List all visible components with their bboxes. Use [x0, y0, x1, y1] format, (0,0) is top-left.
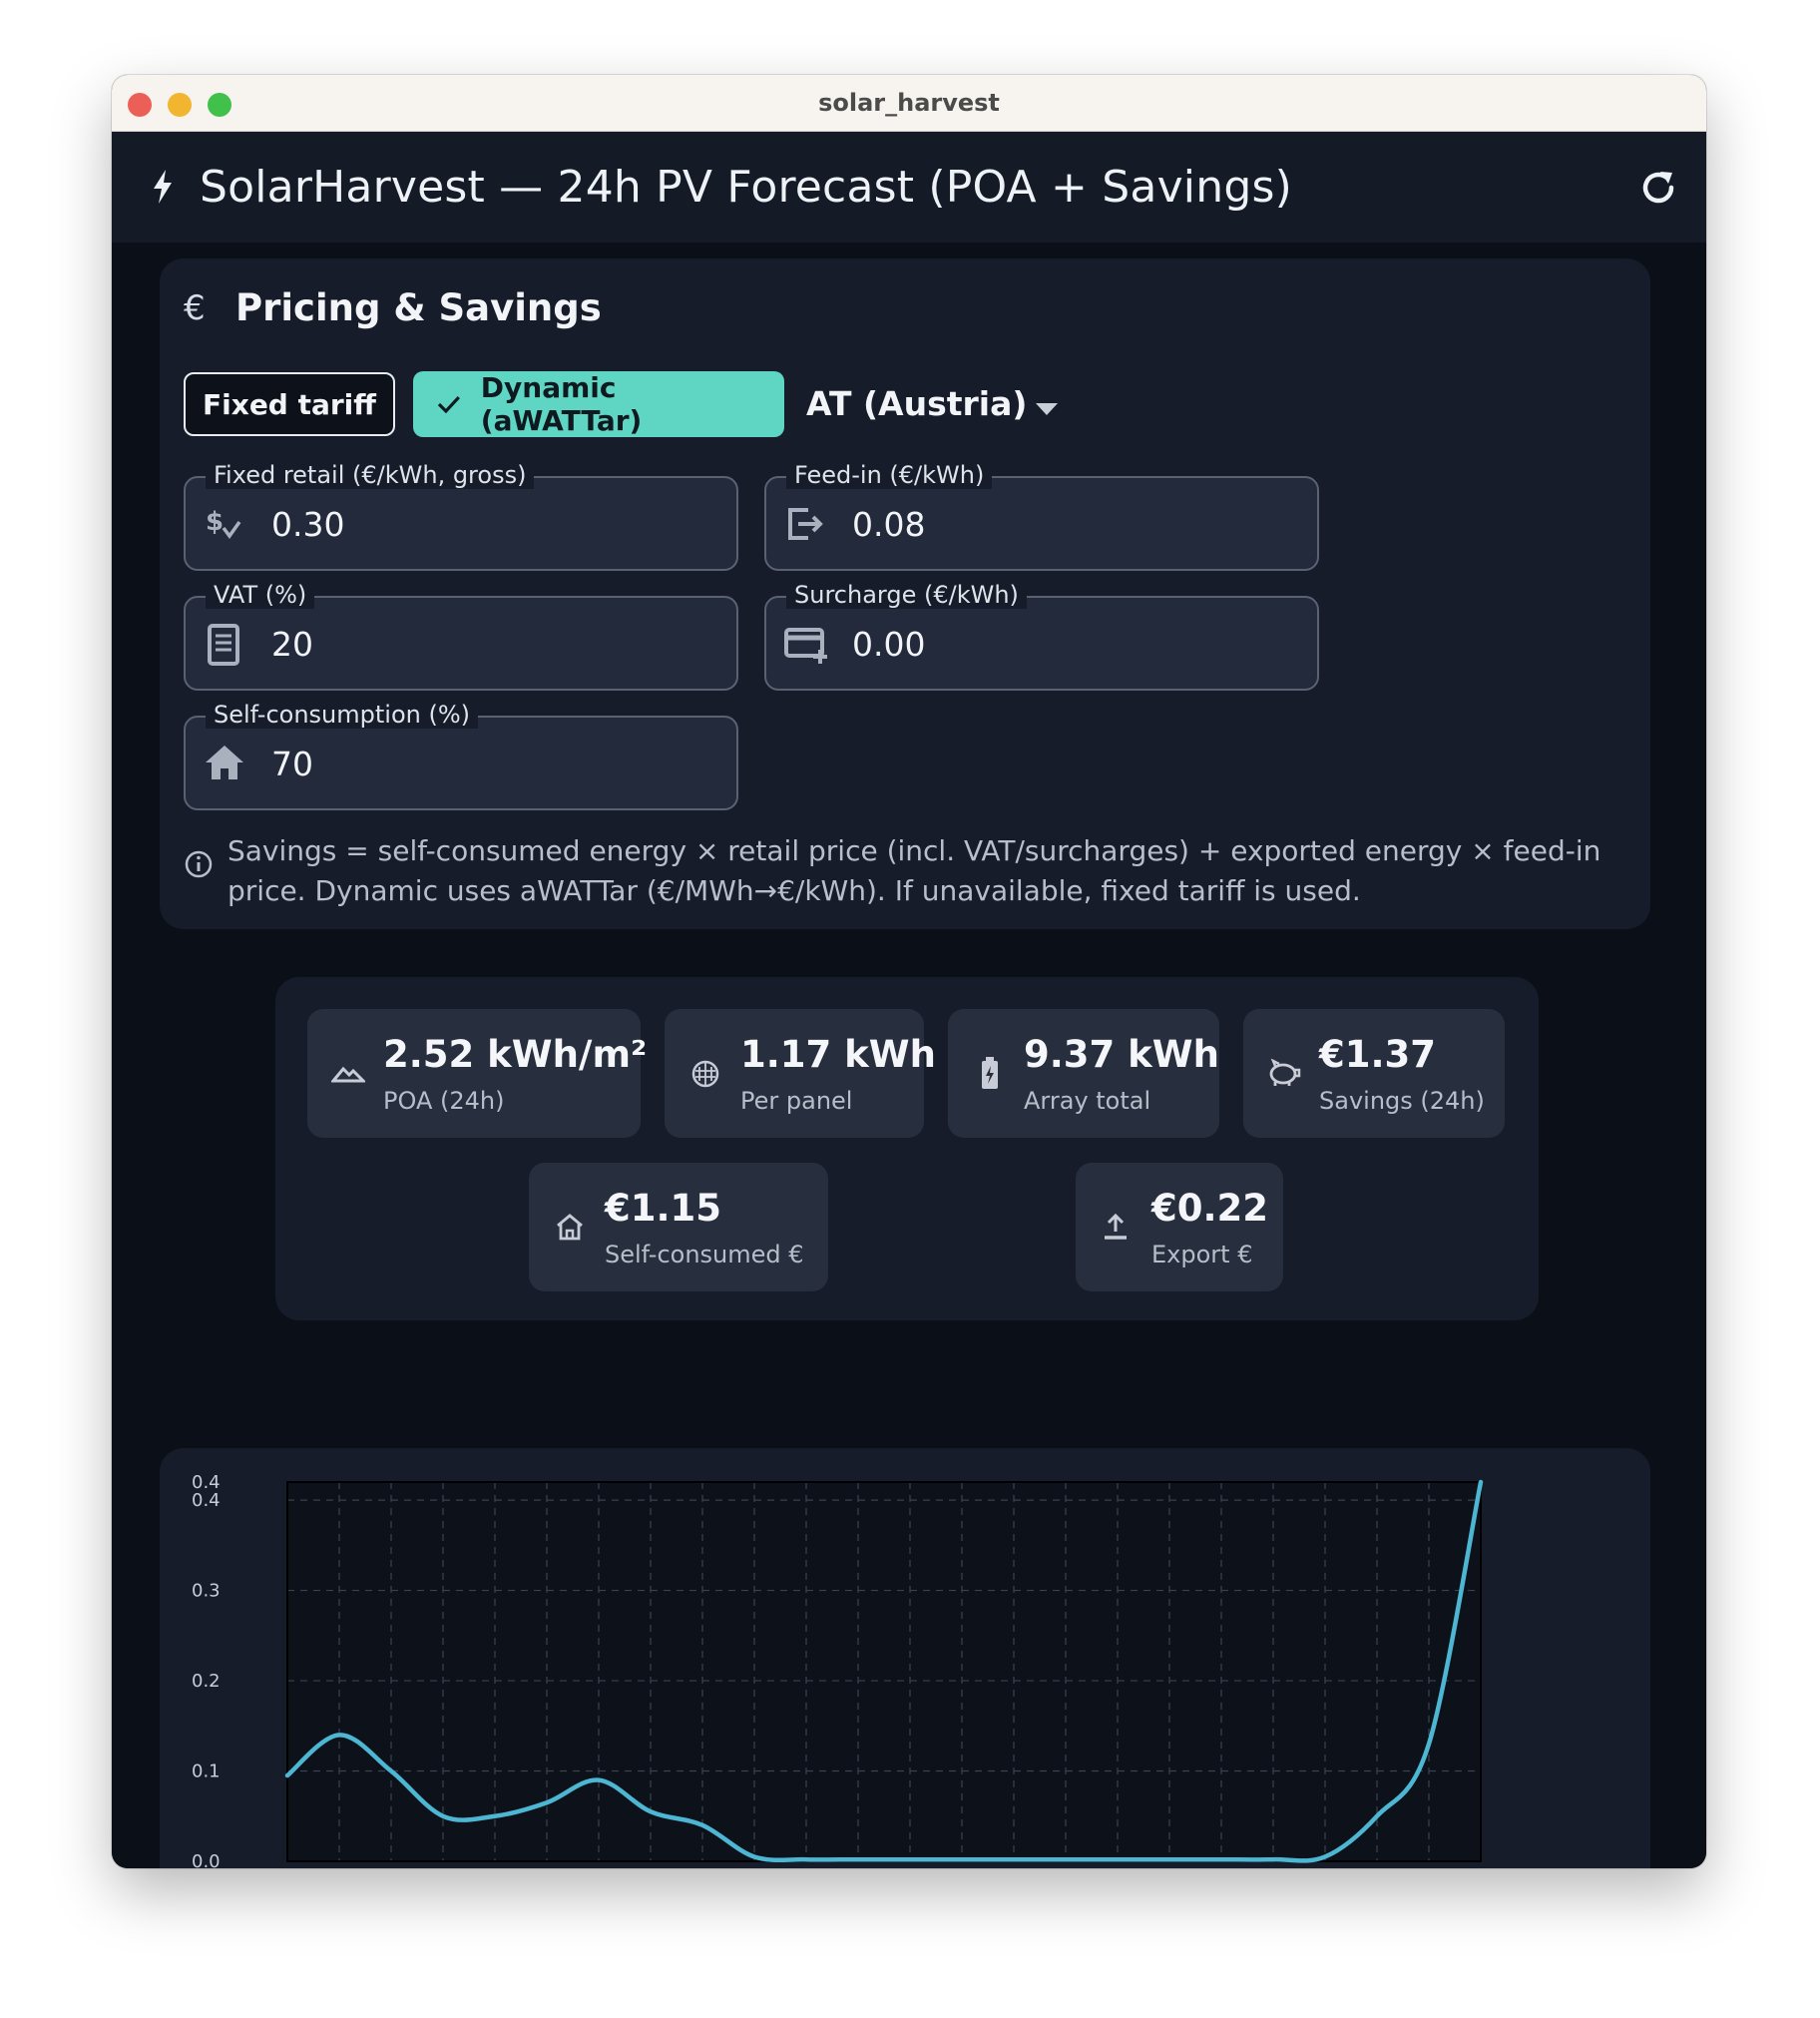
self-consumption-field[interactable]: Self-consumption (%) 70 — [184, 701, 738, 810]
fixed-retail-input[interactable]: 0.30 — [271, 505, 344, 544]
feed-in-field[interactable]: Feed-in (€/kWh) 0.08 — [764, 461, 1319, 571]
feed-in-input[interactable]: 0.08 — [852, 505, 925, 544]
y-tick-label: 0.4 — [192, 1490, 221, 1511]
surcharge-field[interactable]: Surcharge (€/kWh) 0.00 — [764, 581, 1319, 691]
stat-per-panel: 1.17 kWh Per panel — [665, 1009, 936, 1138]
svg-text:$: $ — [206, 507, 224, 537]
stat-self-consumed: €1.15 Self-consumed € — [529, 1163, 828, 1291]
solar-panel-icon — [690, 1059, 720, 1093]
surcharge-input[interactable]: 0.00 — [852, 625, 925, 664]
stat-label: Self-consumed € — [605, 1241, 804, 1268]
forecast-chart: 0.00.10.20.30.40.411:00 14:00 17:00 20:00 23… — [192, 1472, 1484, 1868]
export-icon — [784, 504, 826, 548]
stat-savings: €1.37 Savings (24h) — [1243, 1009, 1505, 1138]
stat-value: 2.52 kWh/m² — [383, 1033, 648, 1076]
y-tick-label: 0.4 — [192, 1472, 221, 1493]
stat-export: €0.22 Export € — [1076, 1163, 1283, 1291]
region-select[interactable]: AT (Austria) — [806, 384, 1027, 423]
info-icon — [184, 849, 214, 883]
card-plus-icon — [784, 624, 828, 668]
upload-icon — [1102, 1213, 1130, 1247]
refresh-icon[interactable] — [1638, 168, 1678, 212]
y-tick-label: 0.1 — [192, 1762, 221, 1782]
app-title: SolarHarvest — 24h PV Forecast (POA + Sa… — [200, 162, 1292, 213]
vat-label: VAT (%) — [206, 581, 315, 609]
app-window: solar_harvest SolarHarvest — 24h PV Fore… — [112, 75, 1706, 1868]
surcharge-label: Surcharge (€/kWh) — [786, 581, 1027, 609]
app-bar: SolarHarvest — 24h PV Forecast (POA + Sa… — [112, 132, 1706, 243]
pricing-card: € Pricing & Savings Fixed tariff Dynamic… — [160, 258, 1650, 929]
battery-charging-icon — [980, 1057, 1000, 1093]
stat-label: Array total — [1024, 1087, 1151, 1115]
y-tick-label: 0.0 — [192, 1851, 221, 1868]
stat-value: €1.15 — [605, 1187, 722, 1230]
stat-array-total: 9.37 kWh Array total — [948, 1009, 1219, 1138]
stats-card: 2.52 kWh/m² POA (24h) 1.17 kWh Per panel — [275, 977, 1539, 1320]
y-tick-label: 0.2 — [192, 1671, 221, 1692]
dynamic-tariff-label: Dynamic (aWATTar) — [480, 371, 643, 437]
stat-label: Savings (24h) — [1319, 1087, 1485, 1115]
receipt-icon — [204, 624, 243, 670]
vat-field[interactable]: VAT (%) 20 — [184, 581, 738, 691]
fixed-tariff-button[interactable]: Fixed tariff — [184, 372, 395, 436]
info-text: Savings = self-consumed energy × retail … — [228, 834, 1601, 907]
y-tick-label: 0.3 — [192, 1581, 221, 1602]
stat-value: €1.37 — [1319, 1033, 1437, 1076]
fixed-retail-label: Fixed retail (€/kWh, gross) — [206, 461, 535, 489]
stat-value: 9.37 kWh — [1024, 1033, 1219, 1076]
landscape-icon — [329, 1061, 367, 1089]
feed-in-label: Feed-in (€/kWh) — [786, 461, 993, 489]
home-icon — [204, 744, 245, 785]
main-content: € Pricing & Savings Fixed tariff Dynamic… — [112, 243, 1706, 1868]
plot-area — [287, 1482, 1481, 1861]
section-title: Pricing & Savings — [235, 286, 602, 329]
stat-label: Per panel — [740, 1087, 853, 1115]
stat-value: 1.17 kWh — [740, 1033, 936, 1076]
vat-input[interactable]: 20 — [271, 625, 313, 664]
stat-value: €0.22 — [1151, 1187, 1269, 1230]
self-consumption-label: Self-consumption (%) — [206, 701, 479, 729]
self-consumption-input[interactable]: 70 — [271, 745, 313, 783]
home-icon — [555, 1213, 585, 1245]
euro-icon: € — [184, 288, 206, 328]
bolt-icon — [152, 170, 174, 208]
price-change-icon: $ — [204, 504, 243, 548]
stat-label: Export € — [1151, 1241, 1253, 1268]
piggy-bank-icon — [1267, 1058, 1301, 1091]
stat-label: POA (24h) — [383, 1087, 505, 1115]
check-icon — [437, 395, 460, 414]
chart-card: 0.0 0.1 0.2 0.3 0.4 0.4 11:00 14:00 17:00 20:00 23… — [160, 1448, 1650, 1868]
window-titlebar: solar_harvest — [112, 75, 1706, 132]
chevron-down-icon[interactable] — [1036, 400, 1058, 419]
fixed-retail-field[interactable]: Fixed retail (€/kWh, gross) $ 0.30 — [184, 461, 738, 571]
window-title: solar_harvest — [818, 89, 1000, 117]
dynamic-tariff-button[interactable]: Dynamic (aWATTar) — [413, 371, 784, 437]
stat-poa: 2.52 kWh/m² POA (24h) — [307, 1009, 647, 1138]
